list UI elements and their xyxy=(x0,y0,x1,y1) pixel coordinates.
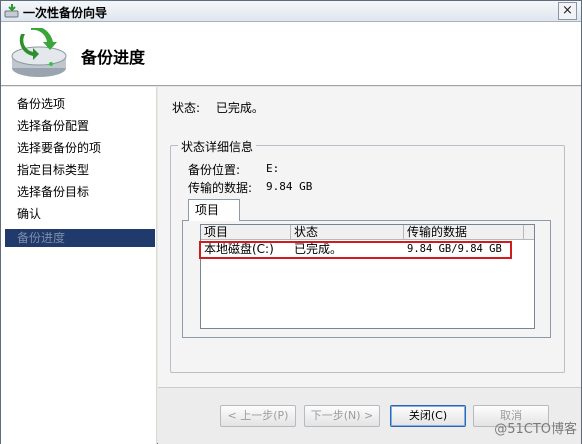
transferred-data-label: 传输的数据: xyxy=(188,181,253,195)
column-header-status[interactable]: 状态 xyxy=(291,225,404,240)
tab-items[interactable]: 项目 xyxy=(188,199,240,221)
title-bar[interactable]: 一次性备份向导 × xyxy=(1,1,581,22)
nav-step-target-type[interactable]: 指定目标类型 xyxy=(5,161,155,179)
close-button[interactable]: 关闭(C) xyxy=(390,405,466,427)
page-title: 备份进度 xyxy=(81,48,146,67)
next-button[interactable]: 下一步(N) > xyxy=(304,405,380,427)
backup-location-label: 备份位置: xyxy=(188,163,241,177)
transferred-data-row: 传输的数据: 9.84 GB xyxy=(188,179,312,196)
status-row: 状态: 已完成。 xyxy=(172,99,264,116)
wizard-header: 备份进度 xyxy=(1,22,581,86)
nav-step-select-target[interactable]: 选择备份目标 xyxy=(5,183,155,201)
status-value: 已完成。 xyxy=(215,101,264,115)
back-button[interactable]: < 上一步(P) xyxy=(220,405,296,427)
close-window-button[interactable]: × xyxy=(558,2,577,20)
nav-step-select-items[interactable]: 选择要备份的项 xyxy=(5,139,155,157)
row-item-cell: 本地磁盘(C:) xyxy=(204,242,274,256)
table-row[interactable]: 本地磁盘(C:) 已完成。 9.84 GB/9.84 GB xyxy=(201,242,534,257)
transferred-data-value: 9.84 GB xyxy=(266,180,313,193)
window-title: 一次性备份向导 xyxy=(23,6,108,20)
status-label: 状态: xyxy=(172,101,201,115)
nav-step-confirm[interactable]: 确认 xyxy=(5,205,155,223)
nav-step-backup-options[interactable]: 备份选项 xyxy=(5,95,155,113)
status-details-legend: 状态详细信息 xyxy=(178,138,257,155)
nav-step-progress[interactable]: 备份进度 xyxy=(5,229,155,247)
items-list-header: 项目 状态 传输的数据 xyxy=(201,225,534,240)
backup-location-value: E: xyxy=(266,162,280,175)
items-list[interactable]: 项目 状态 传输的数据 本地磁盘(C:) 已完成。 9.84 GB/9.84 G… xyxy=(200,224,535,329)
wizard-content: 状态: 已完成。 状态详细信息 备份位置: E: 传输的数据: 9.84 GB … xyxy=(158,87,581,387)
row-status-cell: 已完成。 xyxy=(294,242,343,256)
column-header-transferred[interactable]: 传输的数据 xyxy=(404,225,524,240)
row-transferred-cell: 9.84 GB/9.84 GB xyxy=(407,243,502,255)
wizard-window: 一次性备份向导 × 备份进度 备份选项 选择备份配置 选择要备份的项 指定目标类… xyxy=(0,0,582,444)
backup-location-row: 备份位置: E: xyxy=(188,161,279,178)
watermark-text: @51CTO博客 xyxy=(494,422,577,437)
nav-step-select-config[interactable]: 选择备份配置 xyxy=(5,117,155,135)
backup-app-icon xyxy=(4,3,20,19)
backup-drive-icon xyxy=(9,25,69,80)
column-header-item[interactable]: 项目 xyxy=(201,225,291,240)
wizard-steps-nav: 备份选项 选择备份配置 选择要备份的项 指定目标类型 选择备份目标 确认 备份进… xyxy=(1,87,157,444)
